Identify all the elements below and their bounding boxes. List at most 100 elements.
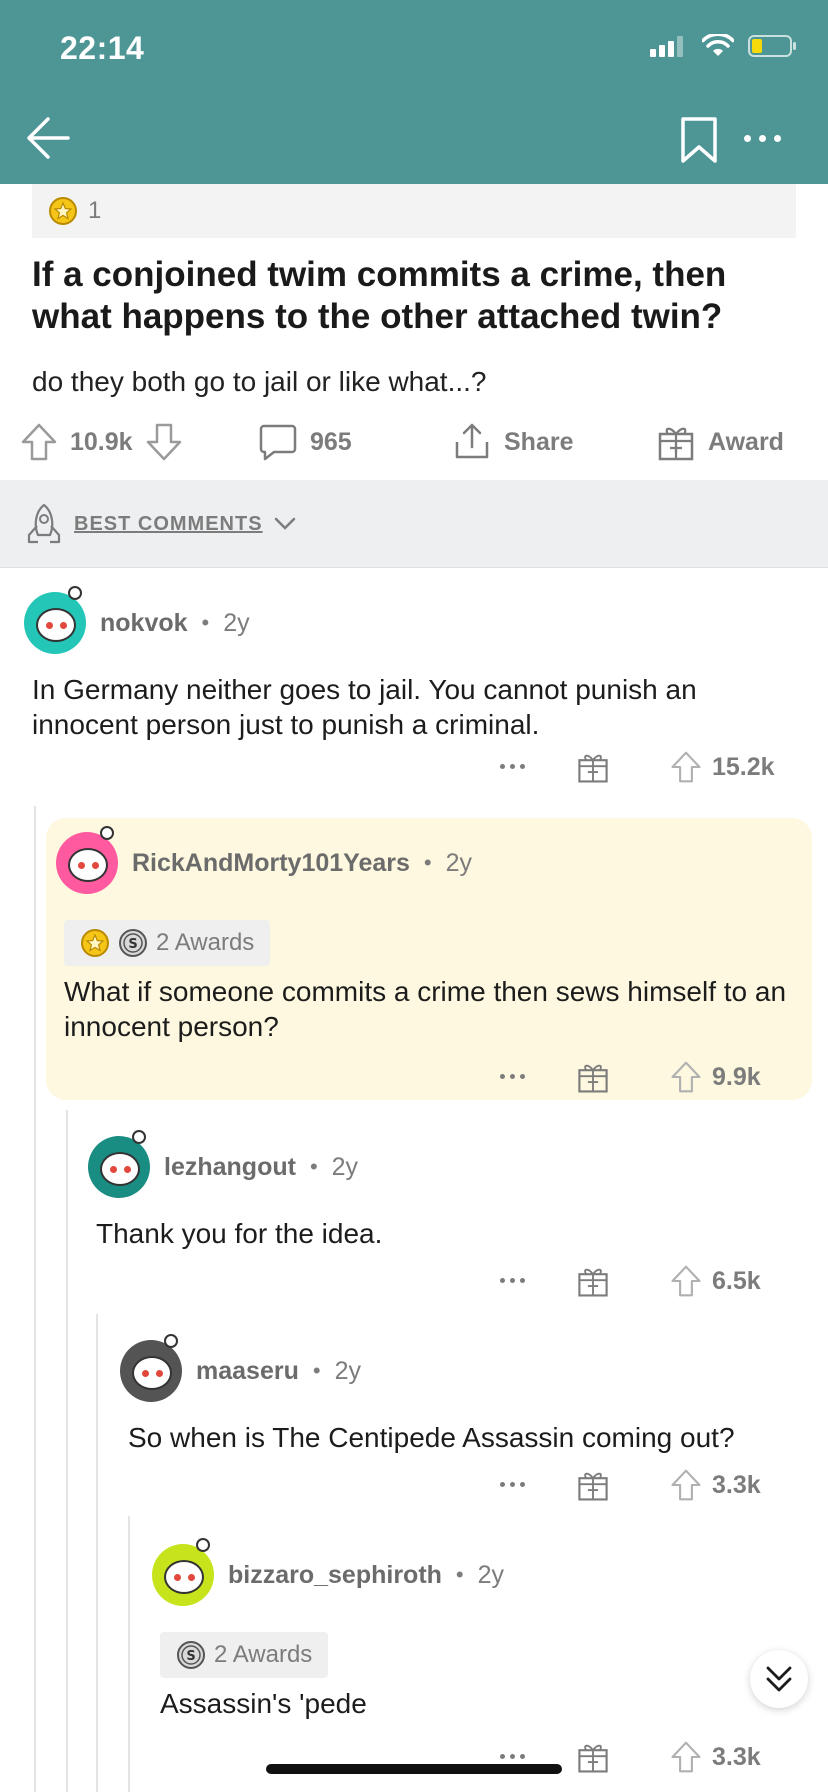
comment-author[interactable]: RickAndMorty101Years [132, 849, 410, 878]
downvote-icon[interactable] [145, 422, 183, 462]
comment: nokvok • 2y In Germany neither goes to j… [24, 586, 814, 792]
share-label: Share [504, 427, 574, 456]
gift-icon[interactable] [576, 1468, 610, 1502]
chevron-down-icon [274, 517, 295, 530]
thread-line [128, 1516, 130, 1792]
upvote-icon [671, 1741, 701, 1773]
award-label: Award [708, 427, 784, 456]
more-icon[interactable] [500, 764, 525, 769]
gift-icon [658, 427, 694, 461]
sort-dropdown[interactable]: BEST COMMENTS [24, 502, 297, 546]
more-icon[interactable] [500, 1278, 525, 1283]
awards-pill[interactable]: S 2 Awards [160, 1632, 329, 1678]
sort-label: BEST COMMENTS [74, 512, 263, 535]
back-button[interactable] [22, 112, 74, 164]
vote-count: 6.5k [712, 1266, 761, 1295]
comment-bubble-icon [259, 424, 297, 461]
avatar[interactable] [24, 586, 86, 654]
separator-dot: • [309, 1154, 318, 1179]
vote-group: 10.9k [20, 414, 183, 470]
bookmark-icon [681, 117, 717, 163]
vote-count: 15.2k [712, 752, 775, 781]
upvote-button[interactable]: 9.9k [670, 1060, 761, 1094]
upvote-icon[interactable] [20, 422, 58, 462]
comment-age: 2y [445, 848, 473, 877]
avatar[interactable] [152, 1538, 214, 1606]
comment: RickAndMorty101Years • 2y S 2 Awards Wha… [56, 826, 812, 1093]
wifi-icon [702, 34, 734, 56]
comment-text: Thank you for the idea. [96, 1218, 383, 1249]
vote-count: 3.3k [712, 1470, 761, 1499]
comment-author[interactable]: bizzaro_sephiroth [228, 1561, 442, 1590]
comment-header: lezhangout • 2y [88, 1130, 359, 1198]
upvote-button[interactable]: 6.5k [670, 1264, 761, 1298]
comment-actions: 9.9k [500, 1060, 800, 1100]
gift-icon[interactable] [576, 1060, 610, 1094]
top-bar: 22:14 [0, 0, 828, 184]
upvote-button[interactable]: 3.3k [670, 1468, 761, 1502]
post-actions: 10.9k 965 Share Award [20, 414, 810, 470]
share-button[interactable]: Share [452, 414, 573, 470]
back-arrow-icon [27, 117, 70, 159]
comment-author[interactable]: lezhangout [164, 1153, 296, 1182]
more-icon[interactable] [500, 1754, 525, 1759]
silver-award-icon: S [177, 1641, 205, 1669]
thread-line [66, 1110, 68, 1792]
post-vote-count: 10.9k [70, 427, 133, 456]
share-icon [455, 423, 489, 459]
gold-award-icon [49, 197, 77, 225]
comment-actions: 3.3k [500, 1740, 800, 1780]
awards-pill[interactable]: S 2 Awards [64, 920, 271, 966]
avatar[interactable] [88, 1130, 150, 1198]
more-icon[interactable] [500, 1074, 525, 1079]
scroll-down-button[interactable] [750, 1650, 808, 1708]
upvote-icon [671, 1061, 701, 1093]
bookmark-button[interactable] [680, 116, 720, 166]
comment-age: 2y [331, 1152, 359, 1181]
separator-dot: • [312, 1358, 321, 1383]
upvote-icon [671, 1265, 701, 1297]
comment-author[interactable]: maaseru [196, 1357, 299, 1386]
rocket-icon [27, 503, 61, 544]
gift-icon[interactable] [576, 1264, 610, 1298]
gold-award-icon [81, 929, 109, 957]
sort-bar: BEST COMMENTS [0, 480, 828, 568]
comment-count: 965 [310, 427, 352, 456]
upvote-icon [671, 1469, 701, 1501]
comment-actions: 6.5k [500, 1264, 800, 1304]
svg-text:S: S [186, 1649, 195, 1664]
more-icon[interactable] [500, 1482, 525, 1487]
post-title: If a conjoined twim commits a crime, the… [32, 255, 727, 336]
comment-author[interactable]: nokvok [100, 609, 188, 638]
comment-header: bizzaro_sephiroth • 2y [152, 1538, 504, 1606]
post-body: do they both go to jail or like what...? [32, 366, 487, 397]
silver-award-icon: S [119, 929, 147, 957]
gift-icon[interactable] [576, 1740, 610, 1774]
thread-line [34, 806, 36, 1792]
signal-icon [650, 36, 683, 57]
comment-header: RickAndMorty101Years • 2y [56, 826, 473, 894]
vote-count: 9.9k [712, 1062, 761, 1091]
svg-text:S: S [128, 937, 137, 952]
more-options-button[interactable] [744, 128, 786, 148]
avatar[interactable] [56, 826, 118, 894]
comment-text: So when is The Centipede Assassin coming… [128, 1422, 735, 1453]
avatar[interactable] [120, 1334, 182, 1402]
status-icons [650, 34, 798, 58]
comment-text: What if someone commits a crime then sew… [64, 976, 787, 1042]
awards-count-label: 2 Awards [156, 929, 255, 956]
separator-dot: • [455, 1562, 464, 1587]
thread-line [96, 1314, 98, 1792]
upvote-button[interactable]: 3.3k [670, 1740, 761, 1774]
comment: maaseru • 2y So when is The Centipede As… [120, 1334, 810, 1510]
comment-text: Assassin's 'pede [160, 1688, 367, 1719]
comment-actions: 3.3k [500, 1468, 800, 1508]
home-indicator [266, 1764, 562, 1774]
comment-age: 2y [334, 1356, 361, 1385]
comment: lezhangout • 2y Thank you for the idea. … [88, 1130, 808, 1306]
award-button[interactable]: Award [656, 414, 784, 470]
upvote-button[interactable]: 15.2k [670, 750, 775, 784]
gift-icon[interactable] [576, 750, 610, 784]
separator-dot: • [201, 610, 210, 635]
comments-button[interactable]: 965 [258, 414, 352, 470]
